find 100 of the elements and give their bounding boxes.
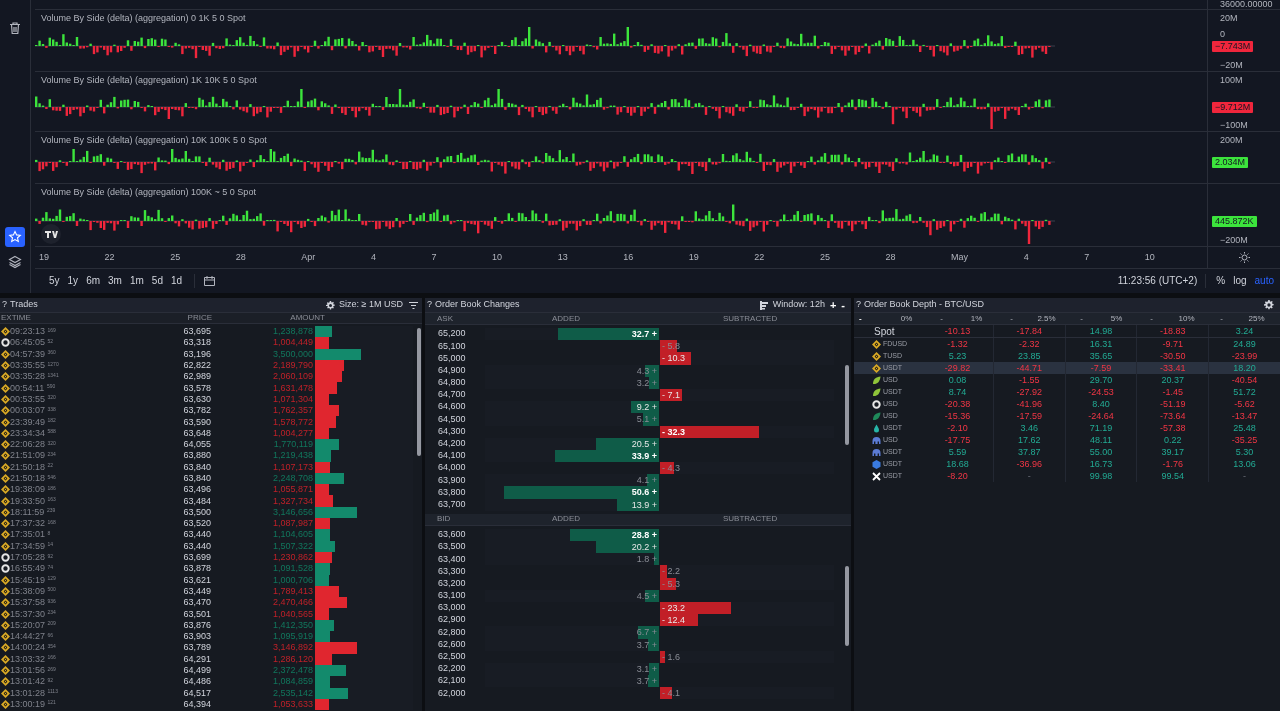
change-value: 3.7 +	[636, 638, 657, 651]
trade-amount: 1,507,322	[271, 540, 313, 552]
trade-amount: 2,372,478	[271, 665, 313, 677]
timeframe-button[interactable]: 6m	[82, 273, 105, 289]
trade-time: 13:00:19 $^{121}$	[10, 698, 57, 710]
trade-amount: 1,091,528	[271, 563, 313, 575]
column-header: BID	[436, 513, 452, 526]
change-value: 20.2 +	[631, 541, 657, 554]
depth-value: 5.30	[1234, 446, 1255, 458]
scale-option[interactable]: %	[1212, 273, 1230, 289]
trade-time: 15:37:30 $^{234}$	[10, 608, 57, 620]
help-icon[interactable]: ?	[856, 298, 861, 312]
star-button[interactable]	[5, 227, 25, 247]
indicator-title: Volume By Side (delta) (aggregation) 0 1K 5 0 Spot	[41, 13, 246, 23]
price-level: 62,000	[437, 686, 467, 700]
trade-time: 09:23:13 $^{169}$	[10, 326, 57, 338]
scale-option[interactable]: log	[1229, 273, 1251, 289]
diamond-icon	[0, 620, 10, 630]
diamond-icon	[872, 351, 881, 361]
diamond-icon	[0, 485, 10, 495]
column-header: ADDED	[551, 312, 581, 325]
trade-amount: 3,146,892	[271, 642, 313, 654]
dash-label: -	[1149, 312, 1154, 325]
trade-time: 23:39:49 $^{182}$	[10, 416, 57, 428]
indicator-title: Volume By Side (delta) (aggregation) 1K 10K 5 0 Spot	[41, 75, 257, 85]
timeframe-button[interactable]: 1d	[166, 273, 187, 289]
depth-value: -15.36	[922, 410, 994, 422]
change-value: 3.7 +	[636, 675, 657, 688]
scrollbar[interactable]	[845, 365, 849, 445]
diamond-icon	[0, 666, 10, 676]
trade-time: 19:33:50 $^{163}$	[10, 495, 57, 507]
timeframe-button[interactable]: 5d	[147, 273, 167, 289]
timeframe-button[interactable]: 1y	[63, 273, 83, 289]
calendar-icon	[203, 274, 217, 287]
indicator-title: Volume By Side (delta) (aggregation) 100K ~ 5 0 Spot	[41, 187, 256, 197]
price-level: 63,400	[437, 552, 467, 566]
depth-value: 29.70	[1065, 374, 1138, 386]
depth-value: -18.83	[1137, 325, 1210, 337]
trade-amount: 1,770,119	[272, 439, 313, 451]
trade-time: 19:38:09 $^{186}$	[10, 484, 57, 496]
trade-time: 21:50:18 $^{22}$	[10, 461, 55, 473]
depth-value: -5.62	[1233, 398, 1256, 410]
panel-title: Order Book Changes	[435, 298, 520, 312]
axis-label: 25	[170, 250, 181, 264]
dash-label: -	[1009, 312, 1014, 325]
trade-time: 15:20:07 $^{209}$	[10, 619, 57, 631]
value-badge: −7.743M	[1212, 41, 1254, 52]
axis-label: −200M	[1220, 235, 1248, 245]
trade-amount: 1,631,478	[271, 382, 313, 394]
zoom-out-button[interactable]: -	[841, 300, 845, 310]
diamond-icon	[0, 462, 10, 472]
axis-label: 13	[557, 250, 568, 264]
scrollbar[interactable]	[845, 565, 849, 646]
scrollbar[interactable]	[417, 328, 421, 456]
depth-value: 18.20	[1232, 362, 1257, 374]
trade-amount: 1,040,565	[271, 608, 313, 620]
axis-label: 16	[623, 250, 634, 264]
x-icon	[872, 471, 881, 481]
depth-value: -29.82	[922, 362, 994, 374]
scale-option[interactable]: auto	[1250, 273, 1278, 289]
diamond-icon	[0, 383, 10, 393]
axis-label: −20M	[1220, 60, 1243, 70]
trade-amount: 1,071,304	[271, 393, 313, 405]
axis-label: 4	[1023, 250, 1029, 264]
trade-amount: 1,004,449	[271, 337, 313, 349]
change-value: 4.3 +	[636, 364, 657, 377]
trade-time: 17:37:32 $^{168}$	[10, 518, 57, 530]
depth-value: -10.13	[922, 325, 994, 337]
size-filter[interactable]: Size: ≥ 1M USD	[339, 298, 403, 312]
diamond-icon	[0, 451, 10, 461]
timeframe-button[interactable]: 1m	[125, 273, 148, 289]
column-header: SUBTRACTED	[722, 312, 778, 325]
trade-amount: 1,087,987	[271, 518, 313, 530]
timeframe-button[interactable]: 3m	[104, 273, 126, 289]
layers-icon	[8, 255, 22, 269]
trade-price: 63,470	[182, 597, 211, 609]
timeframe-button[interactable]: 5y	[45, 273, 64, 289]
change-value: 13.9 +	[631, 498, 657, 511]
trade-time: 17:05:28 $^{92}$	[10, 552, 55, 564]
depth-value: -36.96	[993, 458, 1066, 470]
depth-value: 0.08	[922, 374, 994, 386]
trade-amount: 1,004,277	[271, 427, 313, 439]
trade-price: 63,484	[182, 495, 211, 507]
depth-value: -1.45	[1137, 386, 1210, 398]
depth-value: 51.72	[1232, 386, 1257, 398]
price-level: 62,500	[437, 650, 467, 664]
diamond-icon	[0, 372, 10, 382]
date-range-button[interactable]	[203, 274, 217, 287]
change-value: - 1.6	[662, 650, 680, 663]
trash-icon	[8, 21, 22, 35]
change-value: 3.2 +	[636, 376, 657, 389]
depth-value: 17.62	[993, 434, 1066, 446]
diamond-icon	[0, 575, 10, 585]
trade-price: 62,989	[182, 371, 211, 383]
help-icon[interactable]: ?	[427, 298, 432, 312]
trade-amount: 1,286,120	[271, 653, 313, 665]
trade-amount: 1,055,871	[271, 484, 313, 496]
change-value: 20.5 +	[631, 437, 657, 450]
help-icon[interactable]: ?	[2, 298, 7, 312]
zoom-in-button[interactable]: +	[829, 300, 837, 310]
